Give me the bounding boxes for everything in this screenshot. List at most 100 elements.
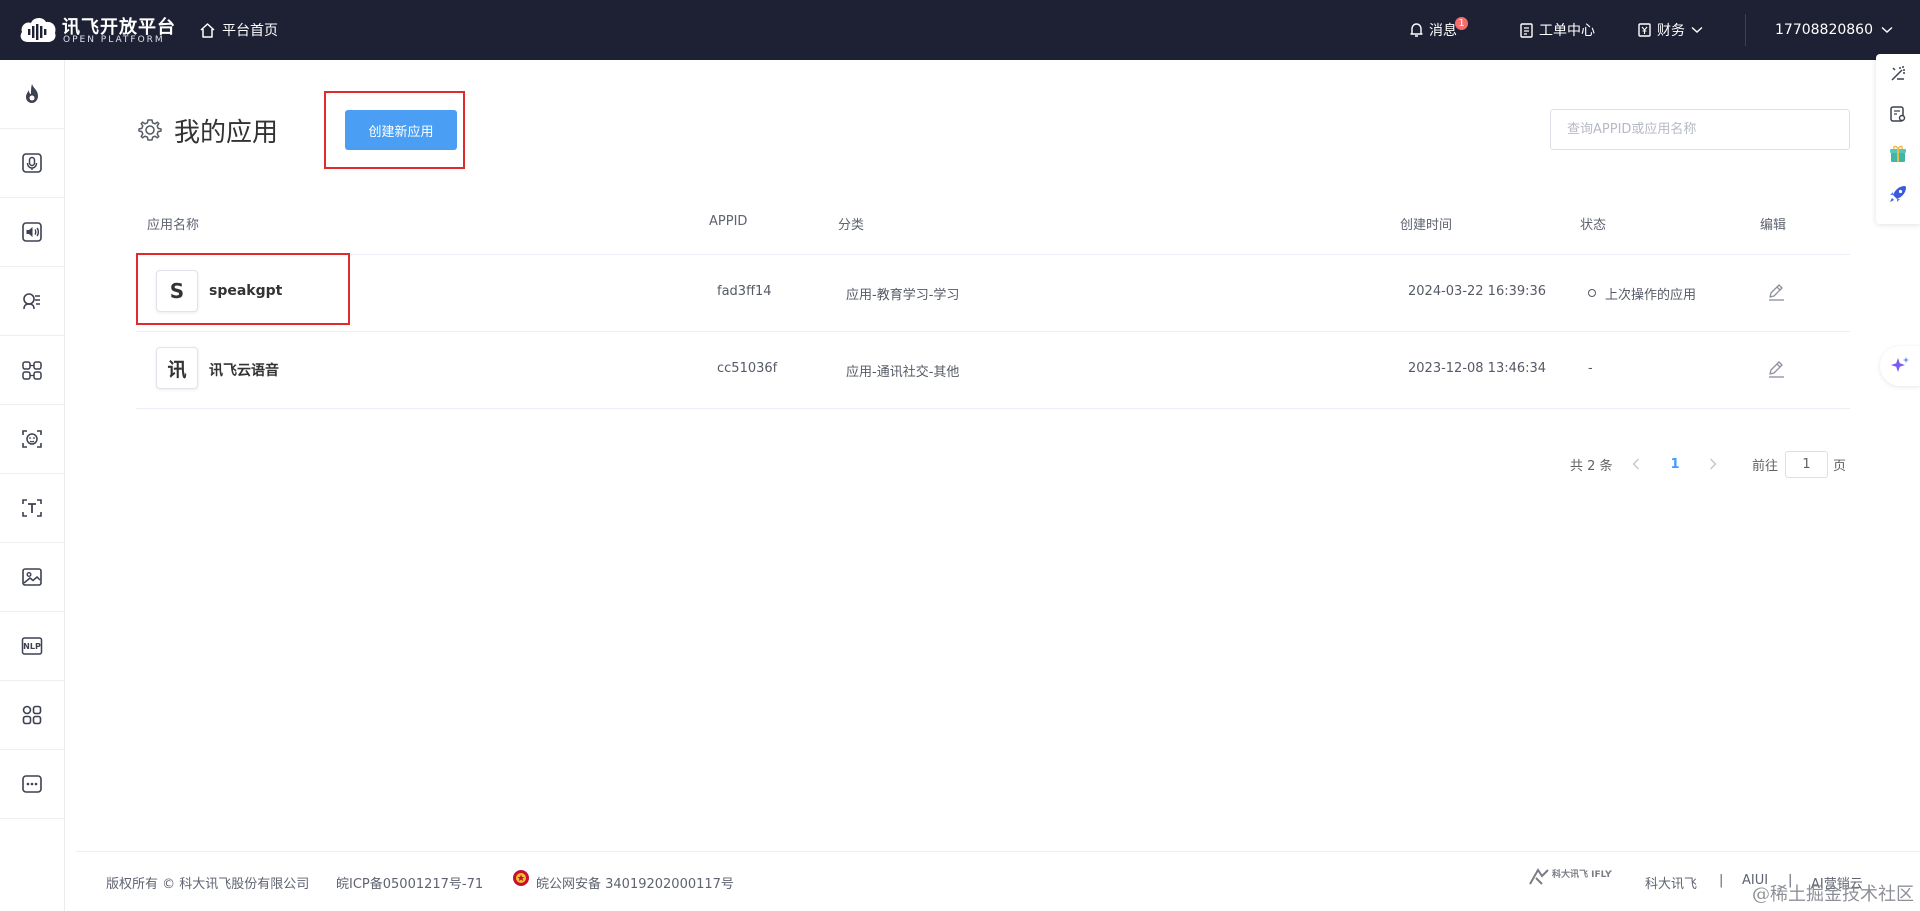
messages-button[interactable]: 消息 1: [1409, 16, 1468, 42]
more-icon: [22, 775, 42, 793]
pagination-prev-button[interactable]: [1624, 450, 1648, 478]
pagination-next-button[interactable]: [1701, 450, 1725, 478]
sidebar-item-speech-synthesis[interactable]: [0, 198, 64, 267]
clipboard-icon: [1520, 23, 1533, 38]
app-status: -: [1588, 361, 1593, 376]
iflytek-logo-text: 科大讯飞 IFLYTEK: [1552, 868, 1612, 880]
rtool-orders[interactable]: [1876, 94, 1920, 134]
text-recognition-icon: [22, 499, 42, 517]
messages-badge: 1: [1455, 16, 1468, 30]
pagination-goto-input[interactable]: [1785, 451, 1828, 478]
footer-copyright: 版权所有 © 科大讯飞股份有限公司: [106, 877, 310, 892]
bell-icon: [1410, 23, 1423, 37]
app-category: 应用-教育学习-学习: [846, 288, 960, 303]
gear-icon: [138, 119, 162, 141]
chevron-down-icon: [1691, 26, 1703, 33]
brand-logo[interactable]: 讯飞开放平台 OPEN PLATFORM: [18, 12, 175, 48]
table-row[interactable]: S speakgpt fad3ff14 应用-教育学习-学习 2024-03-2…: [136, 255, 1850, 331]
footer-link-iflytek[interactable]: 科大讯飞: [1645, 873, 1697, 892]
sidebar-item-more-apps[interactable]: [0, 681, 64, 750]
sidebar-item-image[interactable]: [0, 543, 64, 612]
app-status: 上次操作的应用: [1605, 288, 1697, 303]
app-created-time: 2024-03-22 16:39:36: [1408, 284, 1547, 299]
magic-wand-icon: [1891, 66, 1905, 81]
yuan-icon: [1638, 23, 1651, 37]
chevron-down-icon: [1881, 26, 1893, 33]
pagination-page-1[interactable]: 1: [1663, 450, 1687, 478]
app-avatar: 讯: [156, 347, 198, 389]
column-header-created: 创建时间: [1400, 218, 1453, 233]
finance-label: 财务: [1657, 23, 1685, 39]
sidebar-item-text-recognition[interactable]: [0, 474, 64, 543]
highlight-box-app: [136, 253, 350, 325]
document-search-icon: [1890, 106, 1906, 122]
search-input[interactable]: [1550, 109, 1850, 150]
brand-subtitle: OPEN PLATFORM: [63, 35, 165, 45]
edit-pencil-icon[interactable]: [1766, 359, 1786, 379]
rtool-magic[interactable]: [1876, 54, 1920, 94]
sidebar-item-face[interactable]: [0, 405, 64, 474]
sidebar-item-voice-analysis[interactable]: [0, 267, 64, 336]
sidebar-item-comparison[interactable]: [0, 336, 64, 405]
platform-home-link[interactable]: 平台首页: [199, 18, 278, 42]
sidebar-item-hot[interactable]: [0, 60, 64, 129]
apps-grid-icon: [22, 705, 42, 725]
footer-icp-link[interactable]: 皖ICP备05001217号-71: [336, 873, 483, 892]
sidebar-item-others[interactable]: [0, 750, 64, 819]
nav-divider: [1745, 14, 1746, 46]
face-icon: [22, 430, 42, 448]
rtool-gift[interactable]: [1876, 134, 1920, 174]
footer-police-link[interactable]: 皖公网安备 34019202000117号: [536, 873, 734, 892]
speaker-icon: [22, 222, 42, 242]
home-icon: [200, 22, 215, 38]
police-badge-icon: [513, 870, 529, 886]
status-indicator-icon: [1588, 289, 1596, 297]
column-header-appid: APPID: [709, 214, 748, 229]
table-row[interactable]: 讯 讯飞云语音 cc51036f 应用-通讯社交-其他 2023-12-08 1…: [136, 332, 1850, 408]
ai-assistant-button[interactable]: [1880, 346, 1920, 386]
pagination-goto-suffix: 页: [1833, 459, 1847, 474]
rtool-rocket[interactable]: [1876, 174, 1920, 214]
edit-pencil-icon[interactable]: [1766, 282, 1786, 302]
pagination-goto-prefix: 前往: [1752, 459, 1779, 474]
finance-dropdown[interactable]: 财务: [1637, 18, 1703, 42]
app-name[interactable]: 讯飞云语音: [209, 360, 279, 380]
app-created-time: 2023-12-08 13:46:34: [1408, 361, 1547, 376]
page-header: 我的应用: [136, 112, 278, 148]
logo-cloud-icon: [20, 17, 56, 42]
iflytek-logo: 科大讯飞 IFLYTEK: [1529, 868, 1612, 885]
footer-separator: |: [1719, 873, 1724, 888]
right-tool-panel: [1876, 54, 1920, 224]
compare-icon: [22, 361, 42, 380]
account-dropdown[interactable]: 17708820860: [1775, 18, 1893, 42]
ticket-center-button[interactable]: 工单中心: [1519, 18, 1595, 42]
flame-icon: [26, 84, 38, 103]
nlp-icon-label: NLP: [23, 642, 41, 651]
app-category: 应用-通讯社交-其他: [846, 365, 960, 380]
rocket-icon: [1890, 186, 1906, 202]
account-label: 17708820860: [1775, 22, 1873, 38]
messages-label: 消息: [1429, 23, 1457, 39]
pagination-total: 共 2 条: [1570, 459, 1613, 474]
page-title: 我的应用: [174, 117, 279, 148]
sidebar-item-nlp[interactable]: NLP: [0, 612, 64, 681]
sidebar-item-speech-recognition[interactable]: [0, 129, 64, 198]
app-appid: fad3ff14: [717, 284, 772, 299]
left-sidebar: NLP: [0, 60, 65, 911]
column-header-edit: 编辑: [1760, 218, 1787, 233]
app-appid: cc51036f: [717, 361, 778, 376]
ticket-center-label: 工单中心: [1539, 23, 1595, 39]
image-icon: [22, 568, 42, 586]
column-header-category: 分类: [838, 218, 865, 233]
gift-icon: [1890, 145, 1906, 162]
microphone-icon: [22, 153, 42, 173]
platform-home-label: 平台首页: [222, 23, 278, 39]
watermark-text: @稀土掘金技术社区: [1752, 884, 1914, 905]
chevron-left-icon: [1632, 458, 1639, 470]
top-navigation-bar: 讯飞开放平台 OPEN PLATFORM 平台首页 消息 1 工单中心 财务 1…: [0, 0, 1920, 60]
voice-recognition-icon: [23, 293, 40, 310]
sparkle-icon: [1891, 357, 1909, 372]
nlp-icon: NLP: [21, 637, 43, 655]
create-app-button[interactable]: 创建新应用: [345, 110, 457, 150]
column-header-status: 状态: [1580, 218, 1607, 233]
